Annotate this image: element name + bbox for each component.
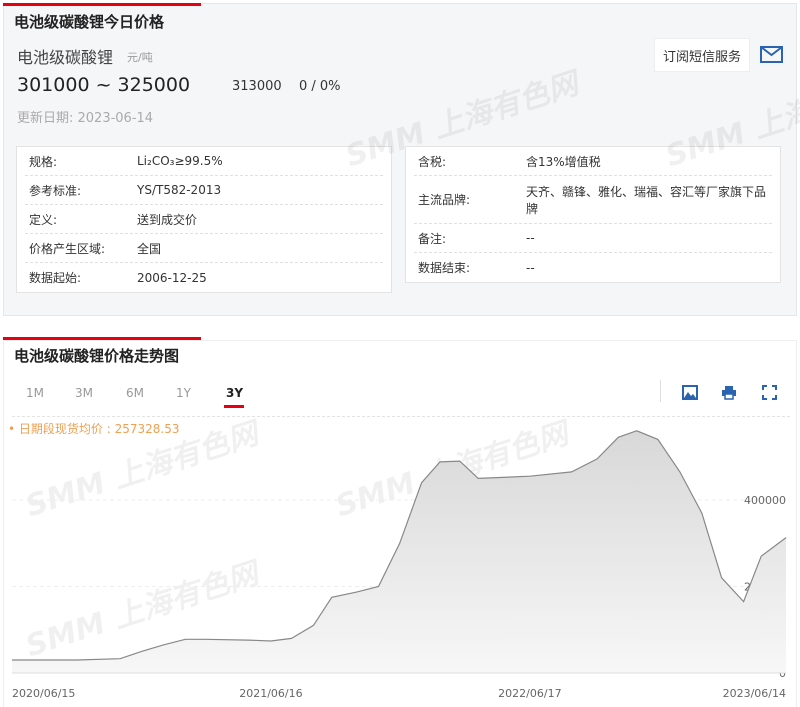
spec-row: 规格: Li₂CO₃≥99.5%: [25, 147, 383, 176]
x-tick-label: 2022/06/17: [498, 687, 561, 700]
spec-row: 备注: --: [414, 224, 772, 253]
avg-price: 313000: [232, 79, 282, 94]
spec-value: 送到成交价: [137, 212, 198, 227]
product-name: 电池级碳酸锂: [17, 48, 114, 67]
price-range: 301000 ~ 325000: [17, 74, 190, 96]
save-image-icon[interactable]: [682, 385, 698, 400]
spec-row: 价格产生区域: 全国: [25, 234, 383, 263]
spec-row: 参考标准: YS/T582-2013: [25, 176, 383, 205]
mail-icon[interactable]: [760, 46, 783, 63]
spec-value: 天齐、赣锋、雅化、瑞福、容汇等厂家旗下品牌: [526, 184, 767, 216]
spec-key: 规格:: [29, 154, 58, 169]
x-tick-label: 2023/06/14: [723, 687, 786, 700]
spec-key: 参考标准:: [29, 183, 82, 198]
spec-value: YS/T582-2013: [137, 183, 222, 197]
price-high: 325000: [117, 74, 191, 96]
title-accent: [3, 3, 201, 6]
spec-value: 2006-12-25: [137, 270, 207, 285]
spec-row: 定义: 送到成交价: [25, 205, 383, 234]
spec-table-left: 规格: Li₂CO₃≥99.5% 参考标准: YS/T582-2013 定义: 送到成交价…: [16, 146, 392, 293]
spec-table-right: 含税: 含13%增值税主流品牌: 天齐、赣锋、雅化、瑞福、容汇等厂家旗下品牌备注: -…: [405, 146, 781, 283]
tab-6m[interactable]: 6M: [126, 386, 144, 400]
tab-1m[interactable]: 1M: [26, 386, 44, 400]
update-date: 更新日期: 2023-06-14: [17, 111, 154, 126]
tab-3m[interactable]: 3M: [75, 386, 93, 400]
spec-key: 价格产生区域:: [29, 241, 106, 256]
spec-key: 数据结束:: [418, 261, 471, 275]
spec-key: 主流品牌:: [418, 193, 471, 207]
price-trend-chart[interactable]: 02000004000002020/06/152021/06/162022/06…: [0, 420, 800, 707]
spec-key: 数据起始:: [29, 271, 82, 285]
spec-row: 数据起始: 2006-12-25: [25, 263, 383, 292]
spec-value: --: [526, 231, 535, 245]
spec-key: 含税:: [418, 154, 447, 169]
spec-value: --: [526, 260, 535, 275]
range-sep: ~: [95, 74, 112, 96]
price-area: [12, 430, 786, 673]
spec-value: 全国: [137, 241, 162, 256]
price-change: 0 / 0%: [299, 79, 341, 94]
spec-row: 主流品牌: 天齐、赣锋、雅化、瑞福、容汇等厂家旗下品牌: [414, 176, 772, 224]
divider: [660, 380, 661, 402]
today-title: 电池级碳酸锂今日价格: [14, 13, 165, 31]
trend-title: 电池级碳酸锂价格走势图: [14, 347, 180, 365]
spec-row: 数据结束: --: [414, 253, 772, 282]
x-tick-label: 2021/06/16: [239, 687, 302, 700]
active-tab-underline: [224, 405, 244, 408]
unit: 元/吨: [127, 51, 153, 64]
y-tick-label: 400000: [744, 494, 786, 507]
subscribe-sms-button[interactable]: 订阅短信服务: [654, 38, 750, 72]
fullscreen-icon[interactable]: [762, 385, 777, 400]
spec-key: 定义:: [29, 212, 58, 227]
divider: [12, 416, 790, 417]
spec-value: 含13%增值税: [526, 154, 601, 169]
print-icon[interactable]: [721, 385, 737, 400]
tab-1y[interactable]: 1Y: [176, 386, 191, 400]
spec-key: 备注:: [418, 231, 447, 246]
tab-3y[interactable]: 3Y: [226, 386, 243, 400]
x-tick-label: 2020/06/15: [12, 687, 75, 700]
price-low: 301000: [17, 74, 90, 96]
